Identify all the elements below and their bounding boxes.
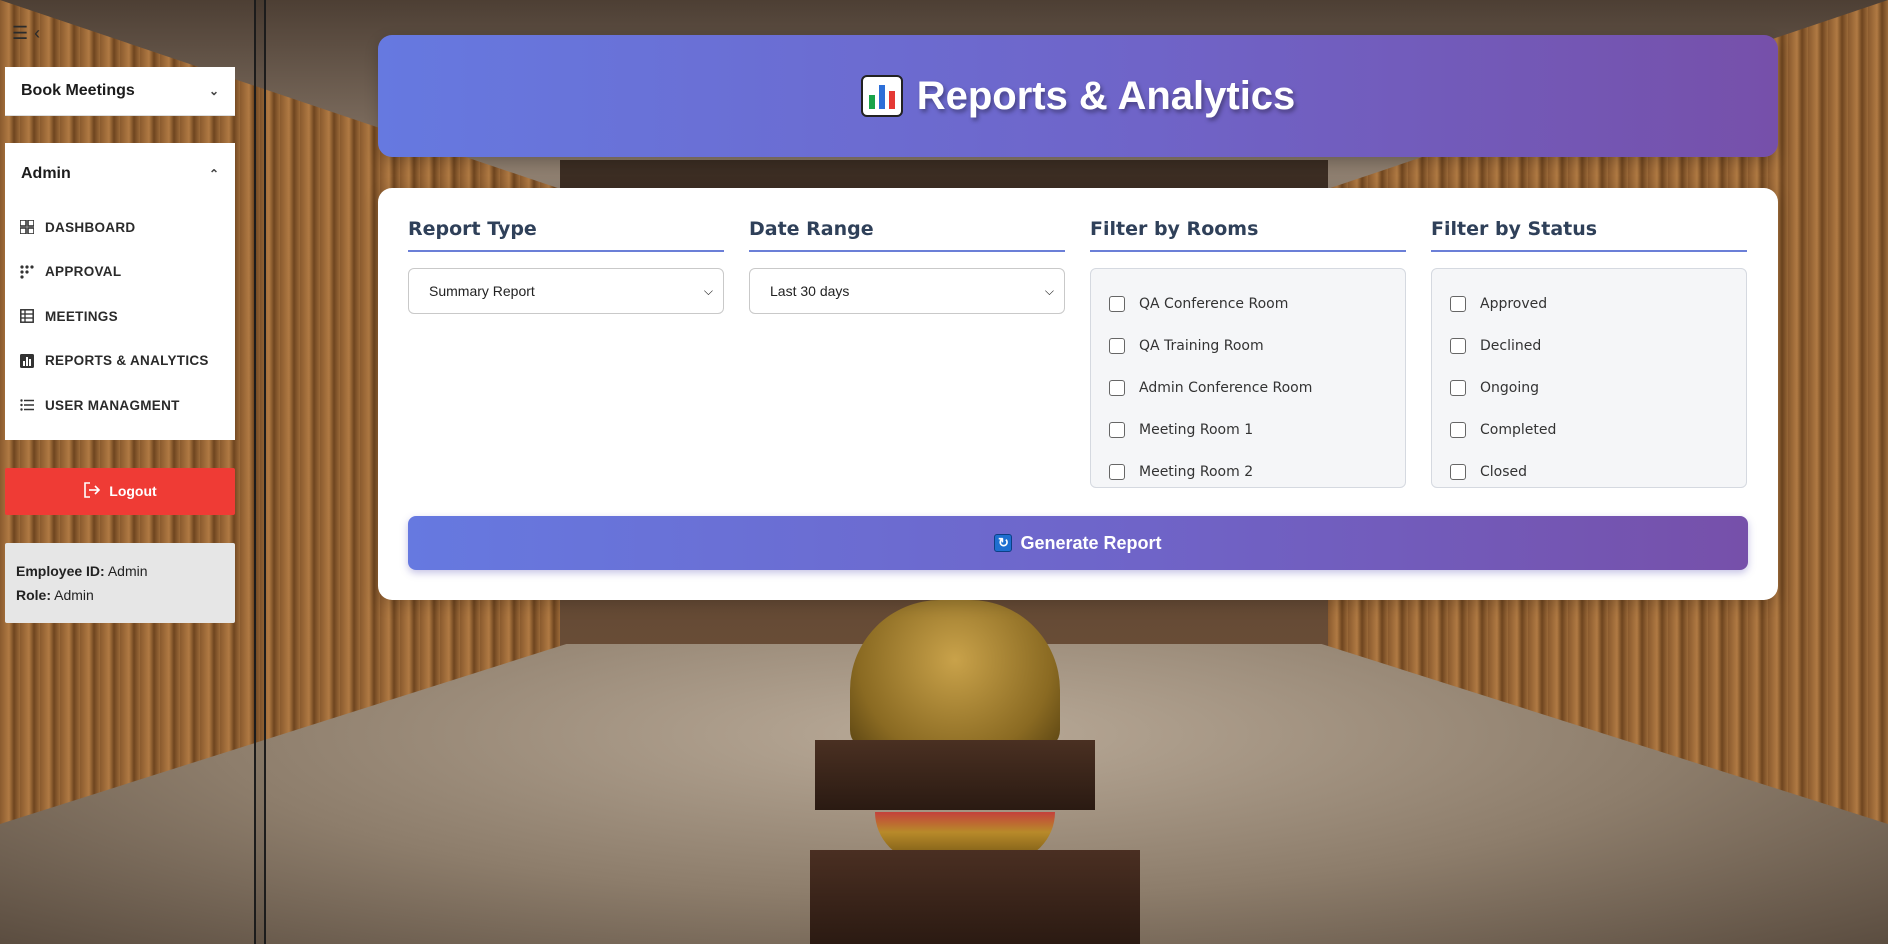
chevron-down-icon: ⌵: [1044, 283, 1054, 298]
room-option[interactable]: Admin Conference Room: [1109, 367, 1387, 409]
role-row: Role: Admin: [16, 583, 224, 607]
status-option-label: Completed: [1480, 422, 1557, 438]
grid-icon: [19, 219, 35, 235]
status-filter-title: Filter by Status: [1431, 218, 1747, 252]
status-filter-column: Filter by Status Approved Declined Ongoi…: [1431, 218, 1747, 488]
chevron-down-icon: ⌄: [208, 84, 219, 98]
room-checkbox[interactable]: [1109, 464, 1125, 480]
hamburger-icon[interactable]: ☰: [12, 24, 28, 42]
rooms-filter-column: Filter by Rooms QA Conference Room QA Tr…: [1090, 218, 1406, 488]
sidebar-item-label: MEETINGS: [45, 308, 118, 324]
status-checkbox[interactable]: [1450, 296, 1466, 312]
logout-icon: [83, 481, 101, 501]
employee-id-label: Employee ID:: [16, 562, 105, 579]
room-option-label: Admin Conference Room: [1139, 380, 1313, 396]
report-type-value: Summary Report: [429, 283, 535, 299]
report-type-select[interactable]: Summary Report ⌵: [408, 268, 724, 314]
status-checkbox[interactable]: [1450, 464, 1466, 480]
status-option[interactable]: Declined: [1450, 325, 1728, 367]
chevron-up-icon: ⌃: [208, 167, 219, 181]
sidebar-item-meetings[interactable]: MEETINGS: [5, 294, 235, 339]
admin-label: Admin: [21, 165, 71, 182]
date-range-column: Date Range Last 30 days ⌵: [749, 218, 1065, 314]
status-option[interactable]: Approved: [1450, 283, 1728, 325]
logout-button[interactable]: Logout: [5, 467, 235, 515]
status-checkbox[interactable]: [1450, 422, 1466, 438]
sidebar-item-dashboard[interactable]: DASHBOARD: [5, 205, 235, 250]
page-title: Reports & Analytics: [916, 73, 1296, 118]
employee-id-value: Admin: [107, 562, 148, 579]
status-option[interactable]: Completed: [1450, 409, 1728, 451]
date-range-title: Date Range: [749, 218, 1065, 252]
bar-chart-emoji-icon: [860, 75, 903, 117]
table-icon: [19, 308, 35, 324]
admin-section-header[interactable]: Admin ⌃: [5, 143, 235, 205]
room-option[interactable]: QA Conference Room: [1109, 283, 1387, 325]
book-meetings-section[interactable]: Book Meetings ⌄: [5, 67, 235, 116]
sidebar-item-label: APPROVAL: [45, 264, 122, 280]
sidebar-item-label: DASHBOARD: [45, 219, 136, 235]
room-option-label: QA Training Room: [1139, 338, 1264, 354]
rooms-checkbox-list: QA Conference Room QA Training Room Admi…: [1090, 268, 1406, 488]
employee-id-row: Employee ID: Admin: [16, 559, 224, 583]
room-checkbox[interactable]: [1109, 338, 1125, 354]
date-range-value: Last 30 days: [770, 283, 850, 299]
status-option-label: Approved: [1480, 296, 1548, 312]
report-type-column: Report Type Summary Report ⌵: [408, 218, 724, 314]
sidebar: Book Meetings ⌄ Admin ⌃ DASHBOARD APPROV…: [5, 67, 235, 623]
status-checkbox[interactable]: [1450, 380, 1466, 396]
room-option[interactable]: Meeting Room 1: [1109, 409, 1387, 451]
list-icon: [19, 397, 35, 413]
status-checkbox-list: Approved Declined Ongoing Completed Clos…: [1431, 268, 1747, 488]
bar-chart-icon: [19, 353, 35, 369]
status-option-label: Declined: [1480, 338, 1542, 354]
report-type-title: Report Type: [408, 218, 724, 252]
book-meetings-label: Book Meetings: [21, 82, 135, 99]
status-option[interactable]: Closed: [1450, 451, 1728, 493]
sidebar-item-user-managment[interactable]: USER MANAGMENT: [5, 383, 235, 428]
dots-icon: [19, 264, 35, 280]
sidebar-item-approval[interactable]: APPROVAL: [5, 250, 235, 295]
rooms-filter-title: Filter by Rooms: [1090, 218, 1406, 252]
sidebar-item-label: USER MANAGMENT: [45, 397, 180, 413]
room-option-label: Meeting Room 2: [1139, 464, 1254, 480]
filters-card: Report Type Summary Report ⌵ Date Range …: [378, 188, 1778, 600]
room-checkbox[interactable]: [1109, 380, 1125, 396]
sidebar-divider: [254, 0, 266, 944]
bg-statue: [850, 600, 1060, 750]
role-value: Admin: [54, 586, 94, 603]
role-label: Role:: [16, 586, 51, 603]
admin-section: Admin ⌃ DASHBOARD APPROVAL MEETINGS REPO…: [5, 143, 235, 440]
refresh-icon: ↻: [994, 534, 1013, 552]
user-info-panel: Employee ID: Admin Role: Admin: [5, 542, 235, 623]
room-option[interactable]: Meeting Room 2: [1109, 451, 1387, 493]
sidebar-item-reports-analytics[interactable]: REPORTS & ANALYTICS: [5, 339, 235, 384]
sidebar-item-label: REPORTS & ANALYTICS: [45, 353, 209, 369]
chevron-down-icon: ⌵: [703, 283, 713, 298]
room-option-label: Meeting Room 1: [1139, 422, 1254, 438]
status-option-label: Ongoing: [1480, 380, 1539, 396]
room-option[interactable]: QA Training Room: [1109, 325, 1387, 367]
room-option-label: QA Conference Room: [1139, 296, 1289, 312]
status-checkbox[interactable]: [1450, 338, 1466, 354]
generate-report-label: Generate Report: [1020, 532, 1162, 553]
status-option[interactable]: Ongoing: [1450, 367, 1728, 409]
date-range-select[interactable]: Last 30 days ⌵: [749, 268, 1065, 314]
logout-label: Logout: [109, 483, 157, 499]
bg-table: [810, 850, 1140, 944]
sidebar-toggle-controls: ☰ ‹: [12, 24, 40, 42]
generate-report-button[interactable]: ↻ Generate Report: [408, 516, 1748, 570]
room-checkbox[interactable]: [1109, 422, 1125, 438]
bg-pedestal: [815, 740, 1095, 810]
page-header: Reports & Analytics: [378, 35, 1778, 157]
room-checkbox[interactable]: [1109, 296, 1125, 312]
chevron-left-icon[interactable]: ‹: [34, 24, 40, 42]
status-option-label: Closed: [1480, 464, 1528, 480]
